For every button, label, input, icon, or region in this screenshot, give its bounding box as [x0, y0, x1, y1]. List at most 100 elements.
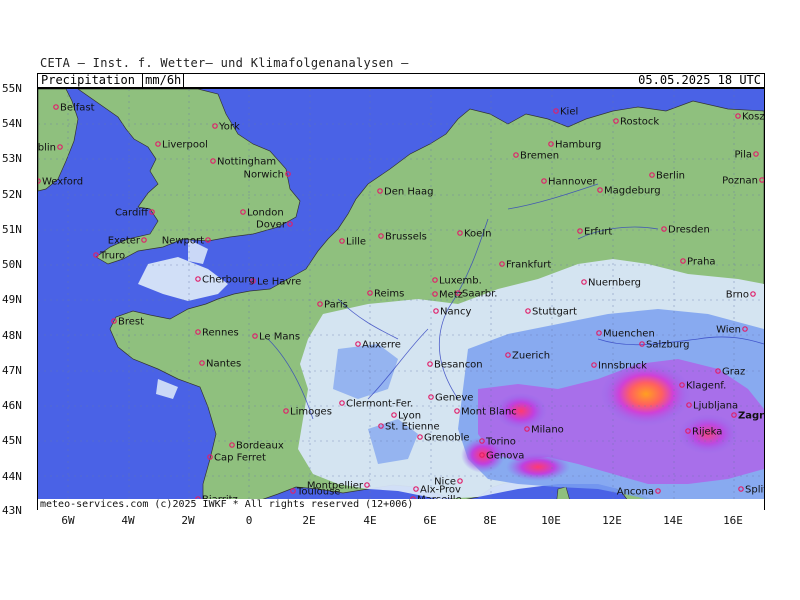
city-label: Dresden	[668, 225, 710, 236]
city-label: Cardiff	[115, 208, 149, 219]
city-label: Liverpool	[162, 140, 208, 151]
city-marker: Salzburg	[639, 340, 689, 351]
lat-tick-label: 53N	[2, 152, 22, 165]
city-label: Brussels	[385, 232, 427, 243]
city-marker: Bordeaux	[229, 441, 284, 452]
city-label: Praha	[687, 257, 716, 268]
city-marker: Mont Blanc	[454, 407, 517, 418]
city-label: Saarbr.	[462, 289, 497, 300]
city-marker: Norwich	[243, 170, 291, 181]
city-marker: Zuerich	[505, 351, 550, 362]
city-marker: Auxerre	[355, 340, 401, 351]
city-marker: Den Haag	[377, 187, 434, 198]
lon-tick-label: 2E	[302, 514, 316, 527]
city-marker: Nuernberg	[581, 278, 641, 289]
lon-tick-label: 4W	[121, 514, 135, 527]
city-label: Exeter	[108, 236, 141, 247]
city-label: Zuerich	[512, 351, 550, 362]
city-marker: Liverpool	[155, 140, 208, 151]
city-label: Magdeburg	[604, 186, 661, 197]
city-label: Cherbourg	[202, 275, 255, 286]
city-label: Cap Ferret	[214, 453, 266, 464]
precip-cell-alps-east	[601, 362, 691, 426]
city-label: Rijeka	[692, 427, 722, 438]
field-title: Precipitation mm/6h	[41, 73, 185, 87]
city-marker: Nantes	[199, 359, 241, 370]
city-marker: St. Etienne	[378, 422, 440, 433]
city-marker: Wexford	[38, 177, 83, 188]
city-label: Klagenf.	[686, 381, 726, 392]
city-label: Norwich	[243, 170, 284, 181]
city-label: Bremen	[520, 151, 559, 162]
city-label: Koszalin	[742, 112, 764, 123]
copyright-footer: meteo-services.com (c)2025 IWKF * All ri…	[38, 499, 764, 510]
lat-tick-label: 47N	[2, 364, 22, 377]
city-label: Bordeaux	[236, 441, 284, 452]
city-marker: Geneve	[428, 393, 473, 404]
city-marker: Nottingham	[210, 157, 276, 168]
lat-tick-label: 48N	[2, 329, 22, 342]
city-marker: Rennes	[195, 328, 239, 339]
city-label: Le Havre	[257, 277, 301, 288]
lat-tick-label: 51N	[2, 223, 22, 236]
city-marker: Limoges	[283, 407, 332, 418]
lon-tick-label: 4E	[363, 514, 377, 527]
city-marker: Brussels	[378, 232, 427, 243]
city-label: Rostock	[620, 117, 659, 128]
city-label: Zagreb	[738, 411, 764, 422]
city-label: Le Mans	[259, 332, 300, 343]
city-label: Auxerre	[362, 340, 401, 351]
lon-tick-label: 16E	[723, 514, 743, 527]
city-label: Grenoble	[424, 433, 470, 444]
city-marker: Innsbruck	[591, 361, 647, 372]
city-marker: Ancona	[617, 487, 661, 498]
city-label: London	[247, 208, 284, 219]
city-marker: Genova	[479, 451, 524, 462]
city-marker: Bremen	[513, 151, 559, 162]
city-label: Kiel	[560, 107, 578, 118]
city-label: Muenchen	[603, 329, 655, 340]
city-marker: Luxemb.	[432, 276, 482, 287]
city-label: Lille	[346, 237, 366, 248]
lon-tick-label: 2W	[181, 514, 195, 527]
city-marker: London	[240, 208, 284, 219]
city-marker: Stuttgart	[525, 307, 577, 318]
city-marker: Ljubljana	[686, 401, 738, 412]
lat-tick-label: 52N	[2, 188, 22, 201]
city-label: Nancy	[440, 307, 471, 318]
city-label: Poznan	[722, 176, 758, 187]
city-marker: Cap Ferret	[207, 453, 266, 464]
institute-header: CETA — Inst. f. Wetter— und Klimafolgena…	[40, 56, 409, 70]
city-label: Torino	[485, 437, 516, 448]
map-frame: Belfast Dublin Wexford York Liverpool Notting…	[37, 88, 765, 510]
lon-tick-label: 6E	[423, 514, 437, 527]
city-label: Innsbruck	[598, 361, 647, 372]
field-units: mm/6h	[142, 73, 185, 87]
city-label: Brest	[118, 317, 144, 328]
title-bar: Precipitation mm/6h 05.05.2025 18 UTC	[37, 73, 765, 88]
city-label: Pila	[735, 150, 753, 161]
city-label: Hannover	[548, 177, 598, 188]
city-marker: Frankfurt	[499, 260, 551, 271]
city-label: Nuernberg	[588, 278, 641, 289]
city-label: Lyon	[398, 411, 421, 422]
city-label: Genova	[486, 451, 524, 462]
city-marker: Cherbourg	[195, 275, 255, 286]
lat-tick-label: 43N	[2, 504, 22, 517]
city-label: Milano	[531, 425, 564, 436]
lon-tick-label: 8E	[483, 514, 497, 527]
city-marker: Poznan	[722, 176, 764, 187]
lon-tick-label: 6W	[61, 514, 75, 527]
city-marker: Clermont-Fer.	[339, 399, 413, 410]
city-label: Paris	[324, 300, 348, 311]
city-label: Nantes	[206, 359, 241, 370]
lat-tick-label: 54N	[2, 117, 22, 130]
city-label: Koeln	[464, 229, 491, 240]
city-marker: Rijeka	[685, 427, 722, 438]
lat-tick-label: 45N	[2, 434, 22, 447]
city-label: Berlin	[656, 171, 685, 182]
city-marker: Milano	[524, 425, 564, 436]
city-label: York	[218, 122, 240, 133]
city-marker: Magdeburg	[597, 186, 661, 197]
city-label: Belfast	[60, 103, 95, 114]
